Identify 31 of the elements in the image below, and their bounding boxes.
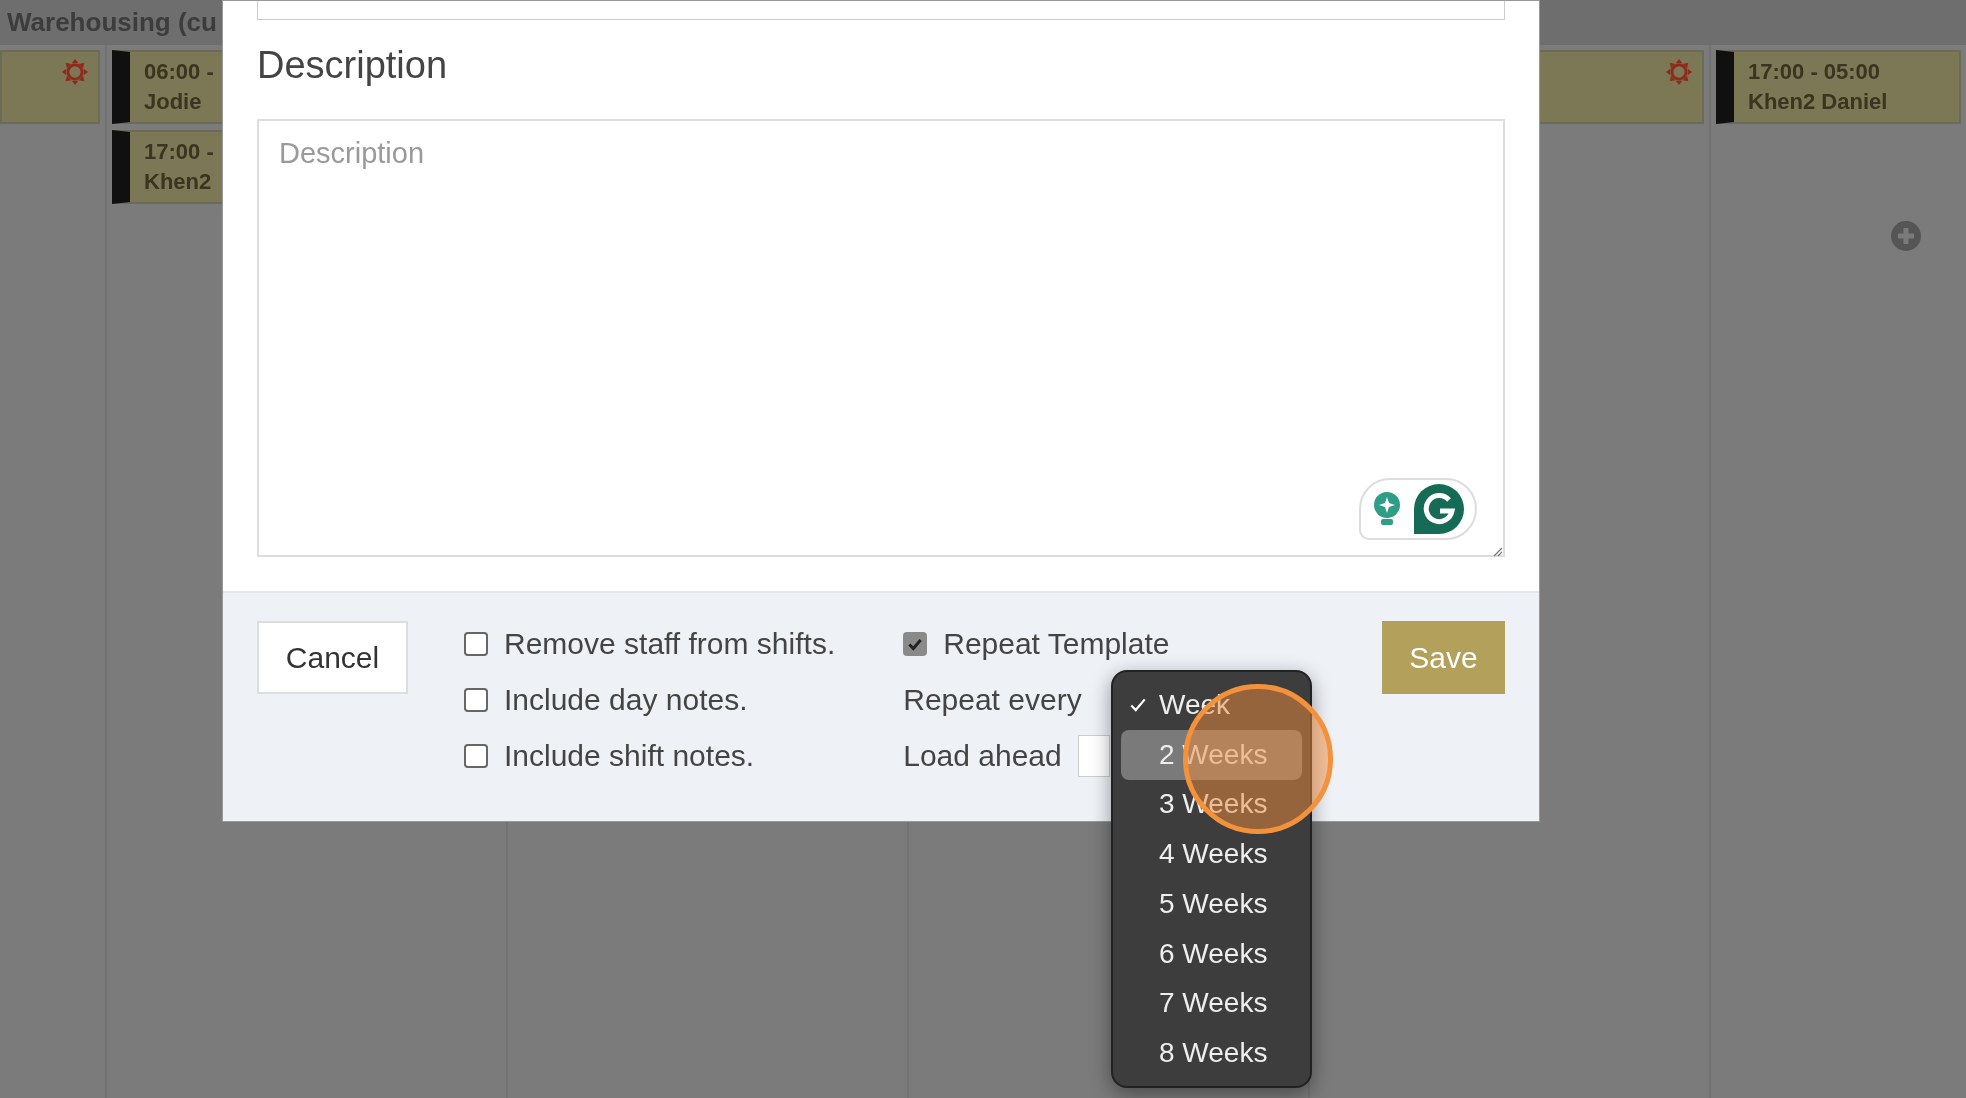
menu-item[interactable]: 6 Weeks	[1121, 928, 1302, 979]
g-logo-icon[interactable]	[1414, 484, 1464, 534]
cancel-button[interactable]: Cancel	[257, 621, 408, 694]
lightbulb-icon[interactable]	[1372, 491, 1402, 527]
checkbox-label: Include shift notes.	[504, 739, 755, 773]
checkbox[interactable]	[464, 632, 488, 656]
checkbox-label: Include day notes.	[504, 683, 748, 717]
checkbox-label: Remove staff from shifts.	[504, 627, 836, 661]
shift-time: 17:00 - 05:00	[1748, 59, 1881, 85]
checkbox[interactable]	[464, 688, 488, 712]
checkbox[interactable]	[903, 632, 928, 656]
text-field[interactable]	[257, 1, 1505, 20]
sun-icon	[1666, 59, 1692, 85]
menu-item[interactable]: 4 Weeks	[1121, 829, 1302, 879]
shift-staff: Khen2	[144, 169, 212, 195]
load-ahead-field[interactable]	[1077, 735, 1110, 777]
description-heading: Description	[257, 44, 449, 88]
description-field[interactable]: Description	[257, 119, 1505, 557]
shift-time: 17:00 -	[144, 139, 214, 165]
menu-item[interactable]: 8 Weeks	[1121, 1028, 1302, 1078]
field-label: Repeat every	[903, 683, 1082, 717]
shift-time: 06:00 -	[144, 59, 214, 85]
checkbox[interactable]	[464, 744, 488, 768]
shift-staff: Jodie	[144, 89, 202, 115]
writing-assistant-widget[interactable]	[1359, 478, 1477, 540]
menu-item[interactable]: 5 Weeks	[1121, 879, 1302, 929]
shift-staff: Khen2 Daniel	[1748, 89, 1888, 115]
sun-icon	[62, 59, 88, 85]
checkbox-label: Repeat Template	[943, 627, 1170, 661]
menu-item[interactable]: 7 Weeks	[1121, 978, 1302, 1029]
field-label: Load ahead	[903, 739, 1062, 773]
